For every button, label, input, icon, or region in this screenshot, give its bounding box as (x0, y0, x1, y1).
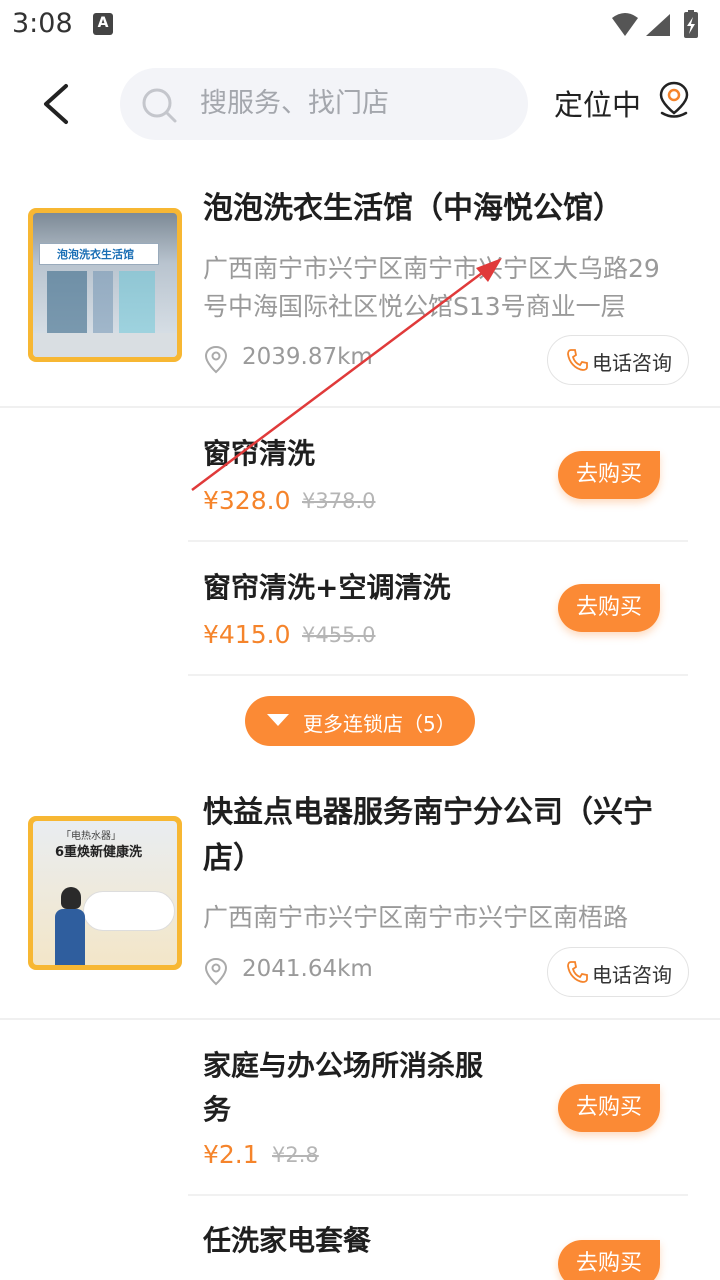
item-divider (188, 1194, 688, 1196)
item-divider (188, 674, 688, 676)
divider (0, 1018, 720, 1020)
back-button[interactable] (30, 74, 86, 134)
search-input[interactable] (200, 80, 510, 126)
store-address: 广西南宁市兴宁区南宁市兴宁区南梧路 (203, 903, 629, 932)
status-icons (612, 10, 698, 38)
call-button[interactable]: 电话咨询 (547, 947, 689, 997)
service-price: ¥2.1 (203, 1140, 259, 1169)
status-time: 3:08 (12, 8, 73, 39)
chevron-left-icon (44, 84, 68, 124)
call-label: 电话咨询 (592, 351, 672, 375)
call-label: 电话咨询 (592, 963, 672, 987)
store-name: 泡泡洗衣生活馆（中海悦公馆） (203, 191, 623, 226)
service-original-price: ¥2.8 (272, 1143, 319, 1167)
location-icon (204, 957, 228, 986)
store-thumbnail: 泡泡洗衣生活馆 (28, 208, 182, 362)
search-icon (142, 88, 177, 123)
notification-icon: A (93, 13, 113, 35)
service-original-price: ¥378.0 (302, 489, 376, 513)
store-sign-text: 泡泡洗衣生活馆 (57, 248, 134, 261)
service-original-price: ¥455.0 (302, 623, 376, 647)
service-price: ¥328.0 (203, 486, 291, 515)
phone-icon (567, 349, 588, 371)
more-chains-label: 更多连锁店（5） (303, 712, 456, 736)
service-name: 窗帘清洗 (203, 437, 316, 470)
search-bar[interactable] (120, 68, 528, 140)
location-label: 定位中 (554, 88, 642, 122)
call-button[interactable]: 电话咨询 (547, 335, 689, 385)
store-distance: 2039.87km (242, 344, 373, 370)
service-price: ¥415.0 (203, 620, 291, 649)
phone-icon (567, 961, 588, 983)
location-pin-icon (659, 81, 689, 118)
service-name: 家庭与办公场所消杀服务 (203, 1049, 484, 1126)
store-thumbnail: 「电热水器」 6重焕新健康洗 (28, 816, 182, 970)
thumb-title: 6重焕新健康洗 (55, 845, 143, 860)
buy-button[interactable]: 去购买 (558, 584, 660, 632)
location-selector[interactable]: 定位中 (554, 80, 694, 124)
buy-button[interactable]: 去购买 (558, 1084, 660, 1132)
signal-icon (646, 14, 670, 36)
wifi-icon (612, 13, 638, 36)
buy-button[interactable]: 去购买 (558, 1240, 660, 1280)
divider (0, 406, 720, 408)
service-name: 窗帘清洗+空调清洗 (203, 571, 451, 604)
service-name: 任洗家电套餐 (203, 1224, 372, 1257)
item-divider (188, 540, 688, 542)
triangle-down-icon (267, 714, 289, 726)
buy-button[interactable]: 去购买 (558, 451, 660, 499)
location-icon (204, 345, 228, 374)
store-distance: 2041.64km (242, 956, 373, 982)
store-address: 广西南宁市兴宁区南宁市兴宁区大乌路29号中海国际社区悦公馆S13号商业一层 (203, 254, 660, 321)
store-name: 快益点电器服务南宁分公司（兴宁店） (203, 795, 653, 876)
status-bar: 3:08 A (0, 0, 720, 50)
more-chains-button[interactable]: 更多连锁店（5） (245, 696, 475, 746)
thumb-tag: 「电热水器」 (61, 831, 121, 842)
